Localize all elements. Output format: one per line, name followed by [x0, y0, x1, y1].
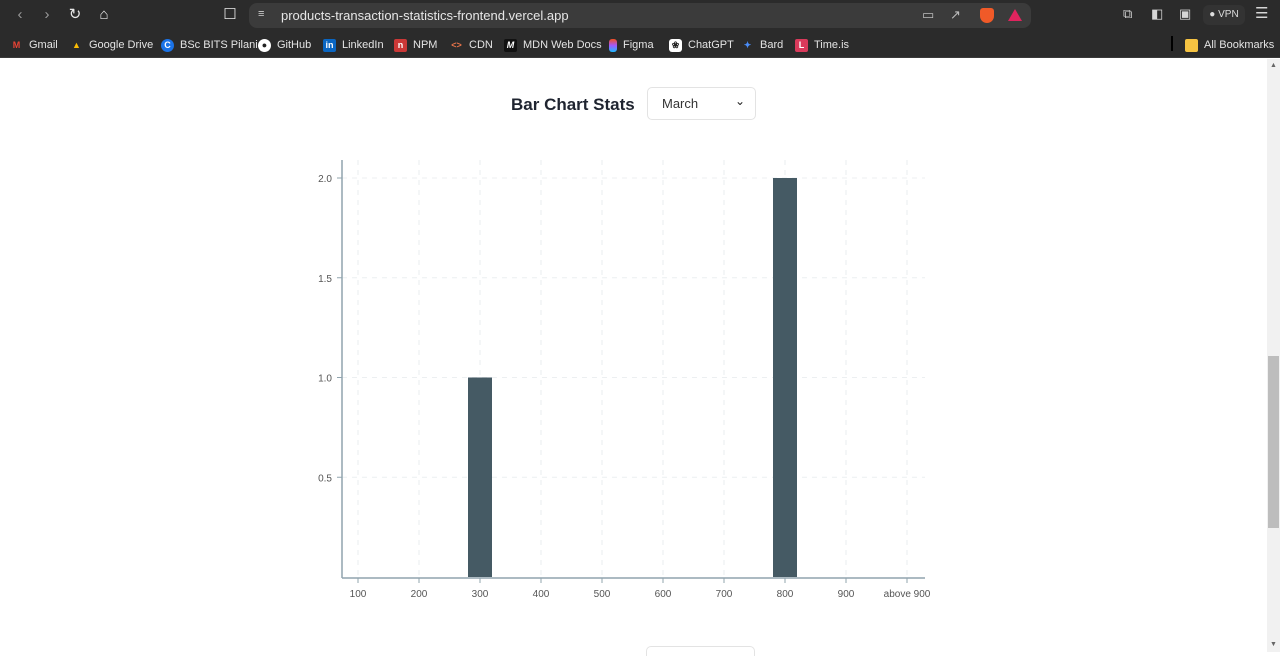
- x-axis-ticks: 100 200 300 400 500 600 700 800 900 above 900: [350, 578, 931, 600]
- x-tick-label: 500: [594, 589, 611, 600]
- y-tick-label: 1.5: [318, 274, 332, 285]
- google-drive-icon: ▲: [72, 39, 81, 50]
- extensions-icon[interactable]: ⧉: [1123, 6, 1132, 22]
- brave-rewards-icon[interactable]: [1008, 9, 1022, 21]
- bar-300: [468, 377, 492, 577]
- site-info-icon[interactable]: ≡: [258, 8, 264, 20]
- x-tick-label: above 900: [884, 589, 931, 600]
- x-tick-label: 400: [533, 589, 550, 600]
- next-section-select[interactable]: [646, 646, 755, 656]
- bookmark-label: LinkedIn: [342, 39, 384, 51]
- bookmark-google-drive[interactable]: ▲ Google Drive: [70, 37, 153, 53]
- bookmark-label: Time.is: [814, 39, 850, 51]
- linkedin-icon: in: [323, 38, 336, 52]
- vpn-button[interactable]: ● VPN: [1203, 5, 1245, 25]
- back-button[interactable]: ‹: [10, 5, 30, 25]
- bookmark-npm[interactable]: n NPM: [394, 37, 437, 53]
- sidebar-icon[interactable]: ◧: [1151, 6, 1163, 22]
- bookmark-label: Gmail: [29, 39, 58, 51]
- bookmark-chatgpt[interactable]: ❀ ChatGPT: [669, 37, 734, 53]
- chart-grid: [342, 160, 925, 577]
- bookmark-bits[interactable]: C BSc BITS Pilani: [161, 37, 258, 53]
- y-tick-label: 2.0: [318, 174, 332, 185]
- bookmark-mdn[interactable]: M MDN Web Docs: [504, 37, 602, 53]
- chatgpt-icon: ❀: [669, 38, 682, 52]
- folder-icon: [1185, 38, 1198, 52]
- scroll-down-icon[interactable]: ▼: [1268, 640, 1279, 650]
- bookmark-bard[interactable]: ✦ Bard: [741, 37, 784, 53]
- y-tick-label: 1.0: [318, 374, 332, 385]
- all-bookmarks[interactable]: All Bookmarks: [1185, 37, 1274, 53]
- x-tick-label: 700: [716, 589, 733, 600]
- gmail-icon: M: [12, 39, 21, 50]
- x-tick-label: 100: [350, 589, 367, 600]
- home-button[interactable]: ⌂: [94, 5, 114, 25]
- bookmark-linkedin[interactable]: in LinkedIn: [323, 37, 384, 53]
- forward-button[interactable]: ›: [37, 5, 57, 25]
- x-tick-label: 300: [472, 589, 489, 600]
- vpn-label: VPN: [1218, 9, 1239, 20]
- menu-icon[interactable]: ☰: [1255, 4, 1268, 22]
- bookmark-figma[interactable]: Figma: [609, 37, 654, 53]
- bookmark-gmail[interactable]: M Gmail: [10, 37, 58, 53]
- bookmarks-divider: [1171, 36, 1173, 51]
- bookmark-cdn[interactable]: <> CDN: [450, 37, 493, 53]
- bookmark-timeis[interactable]: L Time.is: [795, 37, 849, 53]
- bookmark-label: GitHub: [277, 39, 312, 51]
- bookmark-label: Google Drive: [89, 39, 154, 51]
- bookmark-label: CDN: [469, 39, 493, 51]
- bookmark-label: MDN Web Docs: [523, 39, 602, 51]
- npm-icon: n: [394, 38, 407, 52]
- timeis-icon: L: [795, 38, 808, 52]
- bookmark-label: NPM: [413, 39, 438, 51]
- brave-shields-icon[interactable]: [980, 8, 994, 23]
- all-bookmarks-label: All Bookmarks: [1204, 39, 1275, 51]
- y-tick-label: 0.5: [318, 473, 332, 484]
- bookmark-label: BSc BITS Pilani: [180, 39, 258, 51]
- scroll-up-icon[interactable]: ▲: [1268, 61, 1279, 71]
- page-content: Bar Chart Stats March ⌄ 0.5 1.0 1.5 2.0 100…: [0, 59, 1267, 656]
- bar-800: [773, 178, 797, 577]
- bookmark-label: Bard: [760, 39, 784, 51]
- mdn-icon: M: [504, 38, 517, 52]
- browser-toolbar: ‹ › ↻ ⌂ ☐ ≡ products-transaction-statist…: [0, 0, 1280, 31]
- y-axis-ticks: 0.5 1.0 1.5 2.0: [318, 174, 342, 484]
- reload-button[interactable]: ↻: [65, 5, 85, 25]
- bookmark-label: ChatGPT: [688, 39, 734, 51]
- bookmark-label: Figma: [623, 39, 654, 51]
- github-icon: ●: [258, 38, 271, 52]
- bard-icon: ✦: [743, 39, 752, 50]
- bookmark-page-button[interactable]: ☐: [220, 5, 240, 25]
- x-tick-label: 200: [411, 589, 428, 600]
- cast-icon[interactable]: ▭: [922, 7, 934, 23]
- x-tick-label: 600: [655, 589, 672, 600]
- chart-axes: [341, 160, 925, 579]
- bits-icon: C: [161, 38, 174, 52]
- share-icon[interactable]: ↗: [950, 7, 961, 23]
- bookmarks-bar: M Gmail ▲ Google Drive C BSc BITS Pilani ● G…: [0, 31, 1280, 58]
- wallet-icon[interactable]: ▣: [1179, 6, 1191, 22]
- code-icon: <>: [451, 39, 462, 50]
- bar-chart: 0.5 1.0 1.5 2.0 100 200 300 400 500 600 700 800 900…: [318, 160, 931, 600]
- address-bar[interactable]: ≡ products-transaction-statistics-fronte…: [249, 3, 1031, 28]
- x-tick-label: 800: [777, 589, 794, 600]
- url-text[interactable]: products-transaction-statistics-frontend…: [281, 8, 569, 23]
- scrollbar-thumb[interactable]: [1268, 356, 1279, 528]
- x-tick-label: 900: [838, 589, 855, 600]
- bookmark-github[interactable]: ● GitHub: [258, 37, 311, 53]
- figma-icon: [609, 38, 617, 52]
